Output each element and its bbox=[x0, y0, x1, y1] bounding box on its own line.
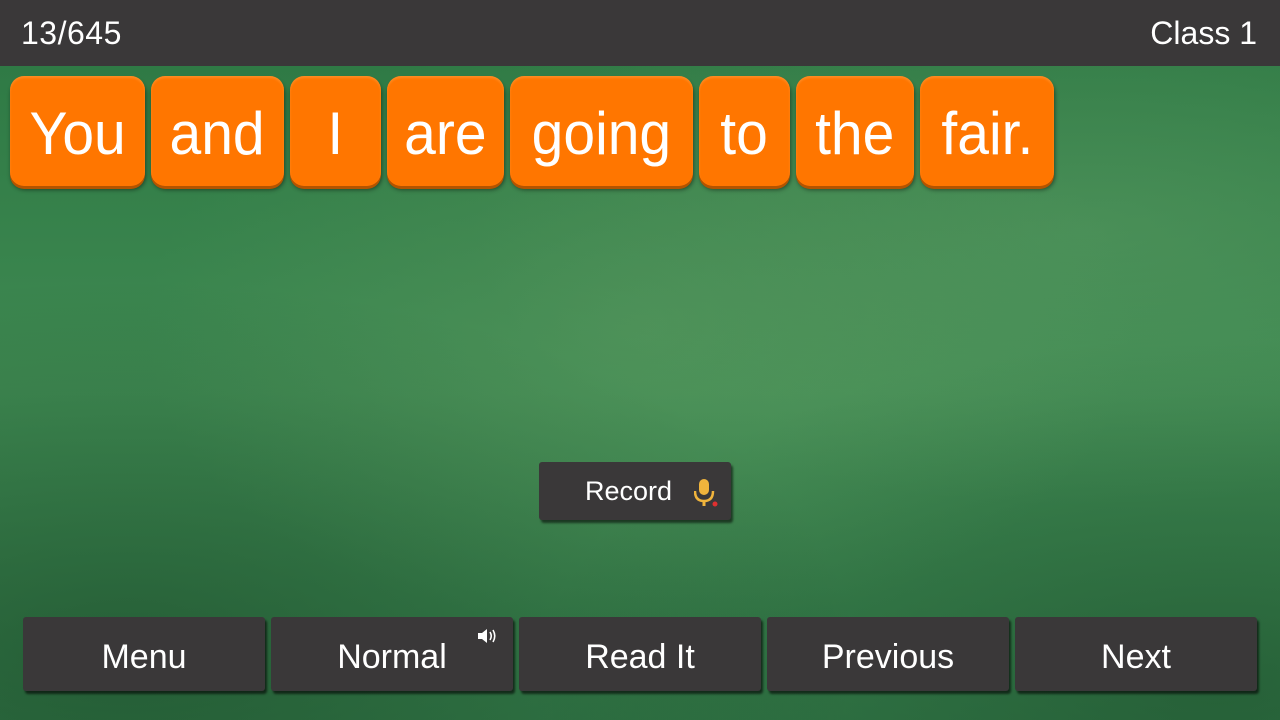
word-text: the bbox=[815, 100, 895, 167]
word-text: going bbox=[531, 100, 672, 167]
read-it-button[interactable]: Read It bbox=[519, 617, 761, 691]
word-tile[interactable]: and bbox=[151, 76, 284, 186]
sentence-word-tiles: You and I are going to the fair. bbox=[10, 76, 1054, 186]
word-tile[interactable]: fair. bbox=[920, 76, 1054, 186]
previous-button[interactable]: Previous bbox=[767, 617, 1009, 691]
next-button[interactable]: Next bbox=[1015, 617, 1257, 691]
microphone-icon bbox=[694, 479, 718, 507]
word-text: and bbox=[169, 100, 266, 167]
word-tile[interactable]: the bbox=[796, 76, 914, 186]
bottom-nav-bar: Menu Normal Read It Previous Next bbox=[23, 617, 1257, 691]
menu-label: Menu bbox=[101, 637, 187, 676]
word-text: are bbox=[404, 100, 487, 167]
menu-button[interactable]: Menu bbox=[23, 617, 265, 691]
word-tile[interactable]: You bbox=[10, 76, 145, 186]
word-text: to bbox=[720, 100, 769, 167]
word-tile[interactable]: to bbox=[699, 76, 790, 186]
speaker-icon bbox=[478, 629, 496, 643]
read-it-label: Read It bbox=[585, 637, 695, 676]
word-text: fair. bbox=[941, 100, 1033, 167]
next-label: Next bbox=[1101, 637, 1171, 676]
word-tile[interactable]: are bbox=[387, 76, 504, 186]
previous-label: Previous bbox=[821, 637, 955, 676]
record-button[interactable]: Record bbox=[539, 462, 731, 520]
word-text: You bbox=[29, 100, 126, 167]
word-tile[interactable]: I bbox=[290, 76, 381, 186]
progress-counter: 13/645 bbox=[21, 15, 122, 51]
normal-speed-button[interactable]: Normal bbox=[271, 617, 513, 691]
top-bar: 13/645 Class 1 bbox=[0, 0, 1280, 66]
word-tile[interactable]: going bbox=[510, 76, 693, 186]
class-label: Class 1 bbox=[1150, 15, 1257, 51]
record-label: Record bbox=[585, 475, 673, 506]
normal-label: Normal bbox=[337, 637, 447, 676]
word-text: I bbox=[327, 100, 344, 167]
